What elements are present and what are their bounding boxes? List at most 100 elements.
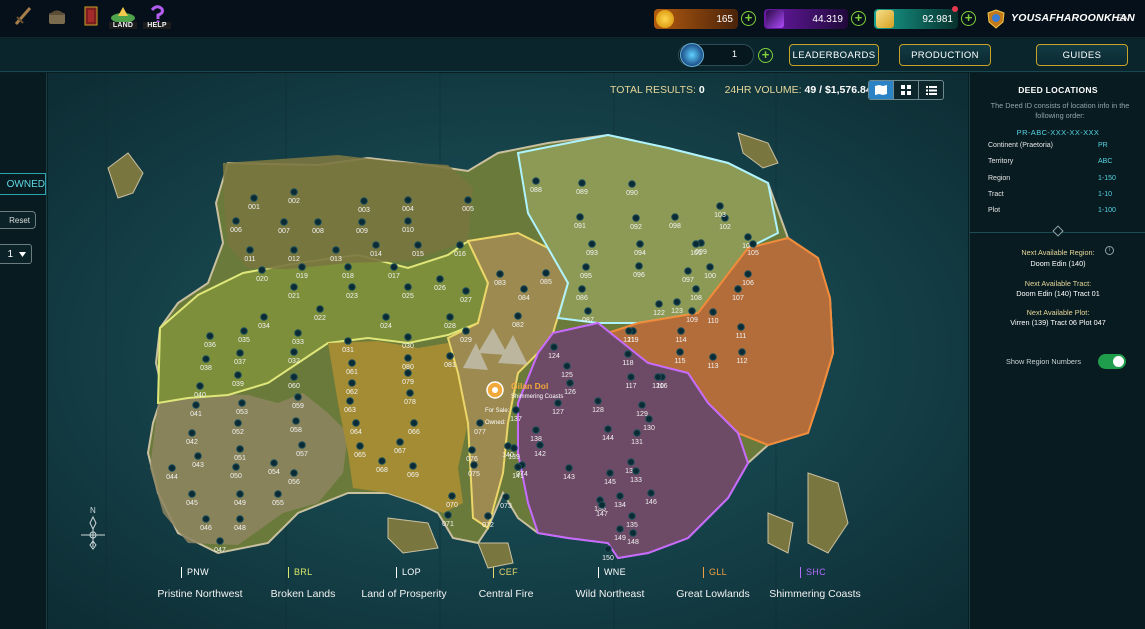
region-dot[interactable] xyxy=(446,352,454,360)
guides-button[interactable]: GUIDES xyxy=(1036,44,1128,66)
region-dot[interactable] xyxy=(188,490,196,498)
region-dot[interactable] xyxy=(194,452,202,460)
legend-code-pnw[interactable]: PNW xyxy=(181,567,209,578)
region-dot[interactable] xyxy=(709,308,717,316)
region-dot[interactable] xyxy=(632,214,640,222)
language-selector[interactable]: EN xyxy=(1117,13,1130,23)
region-dot[interactable] xyxy=(616,492,624,500)
region-dot[interactable] xyxy=(462,327,470,335)
add-sps-button[interactable]: + xyxy=(851,11,866,26)
land-map[interactable]: 001 002 003 004 005 006 007 008 009 010 011 012 013 0… xyxy=(48,73,968,629)
region-dot[interactable] xyxy=(636,240,644,248)
region-dot[interactable] xyxy=(298,263,306,271)
region-dot[interactable] xyxy=(410,419,418,427)
region-dot[interactable] xyxy=(246,246,254,254)
region-dot[interactable] xyxy=(356,442,364,450)
region-dot[interactable] xyxy=(628,512,636,520)
region-dot[interactable] xyxy=(348,359,356,367)
region-dot[interactable] xyxy=(202,355,210,363)
region-dot[interactable] xyxy=(456,241,464,249)
info-icon[interactable]: i xyxy=(1105,246,1114,255)
region-dot[interactable] xyxy=(250,194,258,202)
region-dot[interactable] xyxy=(206,332,214,340)
region-dot[interactable] xyxy=(625,327,633,335)
page-select[interactable]: 1 xyxy=(0,244,32,264)
region-dot[interactable] xyxy=(290,348,298,356)
legend-name-lop[interactable]: Land of Prosperity xyxy=(361,588,446,600)
region-dot[interactable] xyxy=(404,196,412,204)
region-dot[interactable] xyxy=(274,490,282,498)
region-dot[interactable] xyxy=(635,262,643,270)
region-dot[interactable] xyxy=(236,490,244,498)
list-view-button[interactable] xyxy=(919,81,943,99)
nav-treasure[interactable] xyxy=(42,4,72,34)
nav-cards[interactable] xyxy=(76,4,106,34)
region-dot[interactable] xyxy=(627,458,635,466)
region-dot[interactable] xyxy=(484,512,492,520)
region-dot[interactable] xyxy=(290,246,298,254)
region-dot[interactable] xyxy=(676,348,684,356)
region-dot[interactable] xyxy=(290,188,298,196)
legend-name-wne[interactable]: Wild Northeast xyxy=(576,588,645,600)
reset-button[interactable]: Reset xyxy=(0,211,36,229)
region-dot[interactable] xyxy=(496,270,504,278)
region-dot[interactable] xyxy=(196,382,204,390)
region-dot[interactable] xyxy=(404,283,412,291)
region-dot[interactable] xyxy=(294,393,302,401)
region-dot[interactable] xyxy=(292,417,300,425)
grid-view-button[interactable] xyxy=(894,81,919,99)
region-dot[interactable] xyxy=(372,241,380,249)
region-dot[interactable] xyxy=(514,463,522,471)
region-dot[interactable] xyxy=(260,313,268,321)
region-dot[interactable] xyxy=(168,464,176,472)
region-dot[interactable] xyxy=(270,459,278,467)
region-dot[interactable] xyxy=(584,307,592,315)
region-dot[interactable] xyxy=(738,348,746,356)
legend-code-shc[interactable]: SHC xyxy=(800,567,826,578)
region-dot[interactable] xyxy=(236,515,244,523)
region-dot[interactable] xyxy=(624,350,632,358)
region-dot[interactable] xyxy=(616,525,624,533)
legend-name-brl[interactable]: Broken Lands xyxy=(271,588,336,600)
region-dot[interactable] xyxy=(404,333,412,341)
region-dot[interactable] xyxy=(554,399,562,407)
region-dot[interactable] xyxy=(532,426,540,434)
dec-balance[interactable]: 165 xyxy=(654,9,738,29)
region-dot[interactable] xyxy=(645,415,653,423)
region-dot[interactable] xyxy=(216,537,224,545)
region-dot[interactable] xyxy=(390,263,398,271)
region-dot[interactable] xyxy=(684,267,692,275)
region-dot[interactable] xyxy=(588,240,596,248)
legend-name-pnw[interactable]: Pristine Northwest xyxy=(157,588,242,600)
region-dot[interactable] xyxy=(677,327,685,335)
region-dot[interactable] xyxy=(382,313,390,321)
map-view-button[interactable] xyxy=(869,81,894,99)
region-dot[interactable] xyxy=(688,307,696,315)
region-dot[interactable] xyxy=(234,419,242,427)
region-dot[interactable] xyxy=(514,312,522,320)
avatar-shield-icon[interactable] xyxy=(986,9,1006,29)
region-dot[interactable] xyxy=(468,446,476,454)
region-dot[interactable] xyxy=(476,419,484,427)
region-dot[interactable] xyxy=(348,283,356,291)
region-dot[interactable] xyxy=(671,213,679,221)
legend-name-gll[interactable]: Great Lowlands xyxy=(676,588,750,600)
region-dot[interactable] xyxy=(258,266,266,274)
region-dot[interactable] xyxy=(582,263,590,271)
sps-balance[interactable]: 44.319 xyxy=(764,9,848,29)
region-dot[interactable] xyxy=(232,217,240,225)
region-dot[interactable] xyxy=(414,241,422,249)
region-dot[interactable] xyxy=(706,263,714,271)
nav-land[interactable]: LAND xyxy=(108,4,138,34)
region-dot[interactable] xyxy=(234,371,242,379)
region-dot[interactable] xyxy=(404,217,412,225)
region-dot[interactable] xyxy=(290,373,298,381)
add-claim-button[interactable]: + xyxy=(758,48,773,63)
legend-code-wne[interactable]: WNE xyxy=(598,567,626,578)
legend-name-cef[interactable]: Central Fire xyxy=(479,588,534,600)
region-dot[interactable] xyxy=(344,263,352,271)
region-dot[interactable] xyxy=(709,353,717,361)
region-dot[interactable] xyxy=(436,275,444,283)
region-dot[interactable] xyxy=(692,285,700,293)
region-dot[interactable] xyxy=(404,354,412,362)
